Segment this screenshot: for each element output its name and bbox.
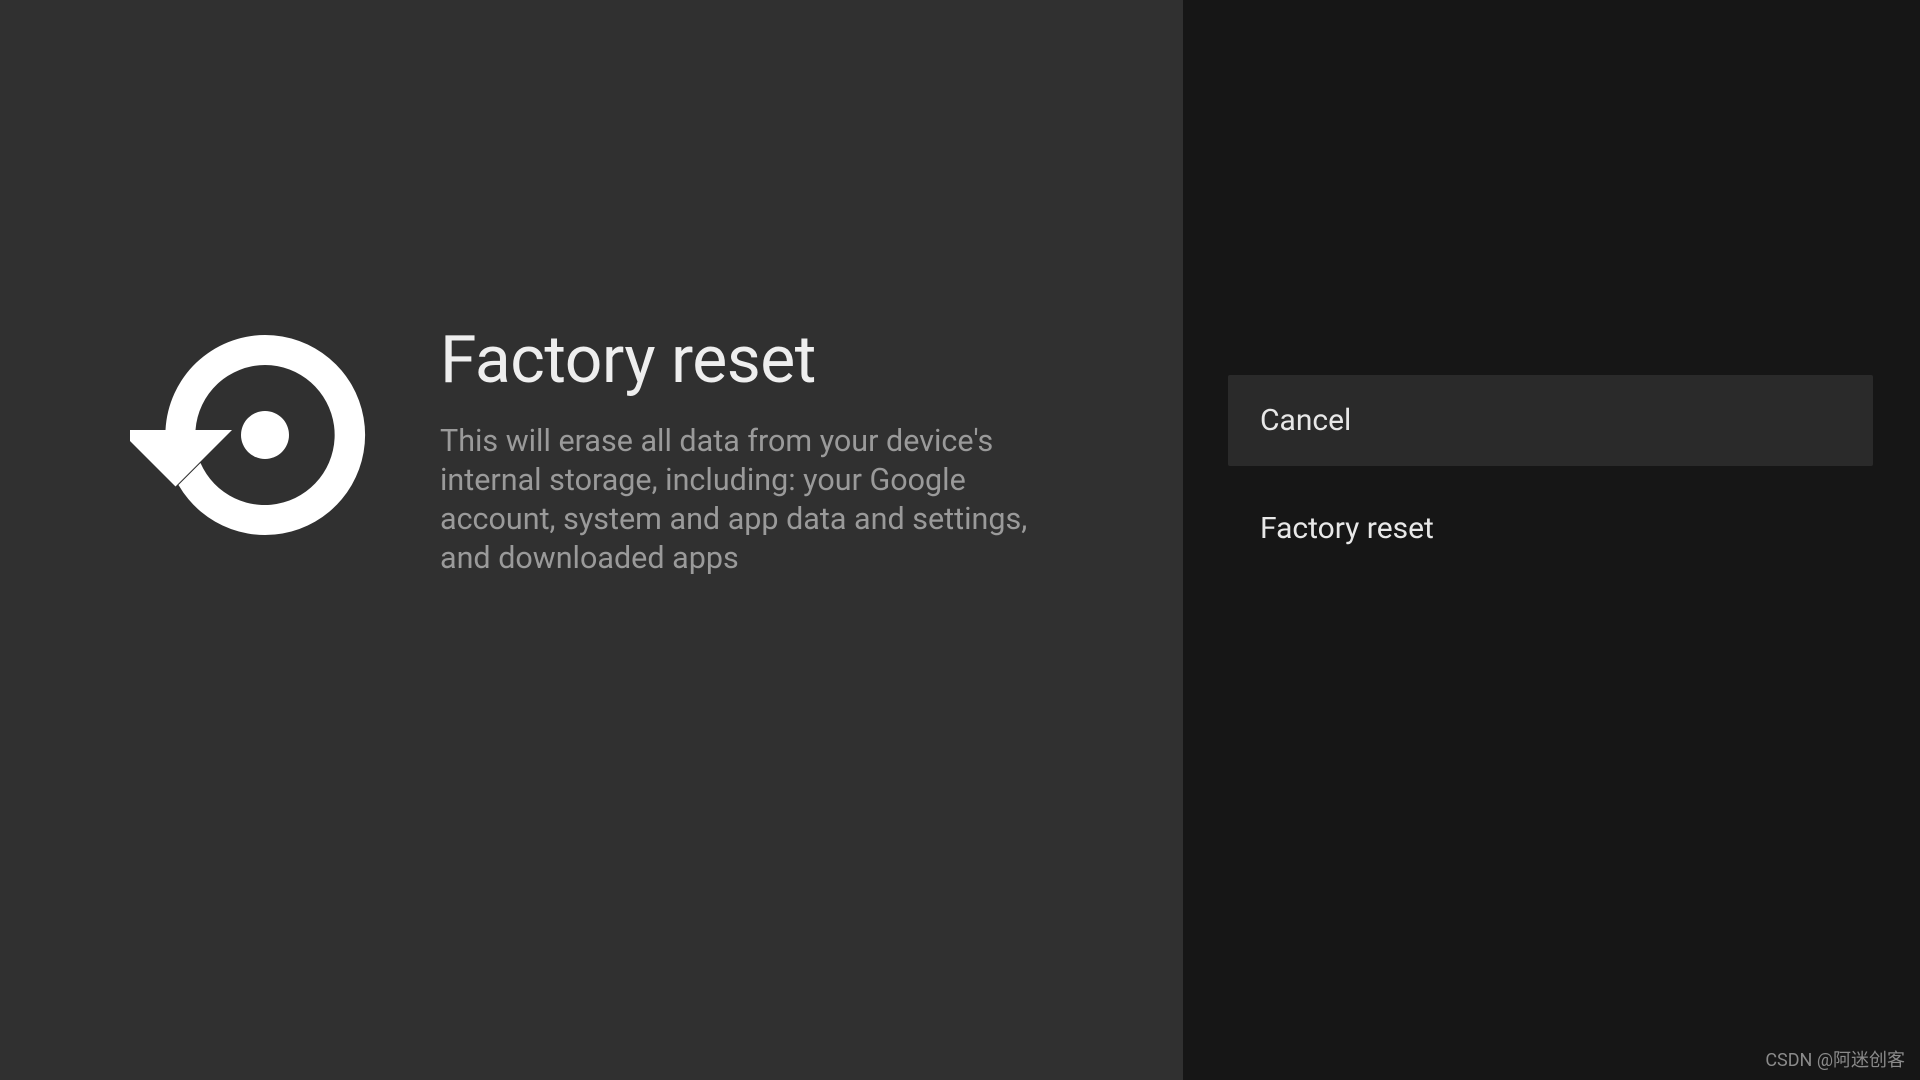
factory-reset-button[interactable]: Factory reset: [1228, 483, 1873, 574]
watermark-text: CSDN @阿迷创客: [1765, 1046, 1905, 1072]
cancel-button[interactable]: Cancel: [1228, 375, 1873, 466]
factory-reset-button-label: Factory reset: [1260, 511, 1434, 546]
options-panel: Cancel Factory reset: [1183, 0, 1920, 1080]
page-title: Factory reset: [440, 325, 1063, 398]
icon-container: [0, 335, 440, 535]
restore-icon: [130, 335, 370, 535]
text-container: Factory reset This will erase all data f…: [440, 325, 1183, 578]
cancel-button-label: Cancel: [1260, 403, 1351, 438]
description-text: This will erase all data from your devic…: [440, 422, 1060, 578]
content-panel: Factory reset This will erase all data f…: [0, 0, 1183, 1080]
